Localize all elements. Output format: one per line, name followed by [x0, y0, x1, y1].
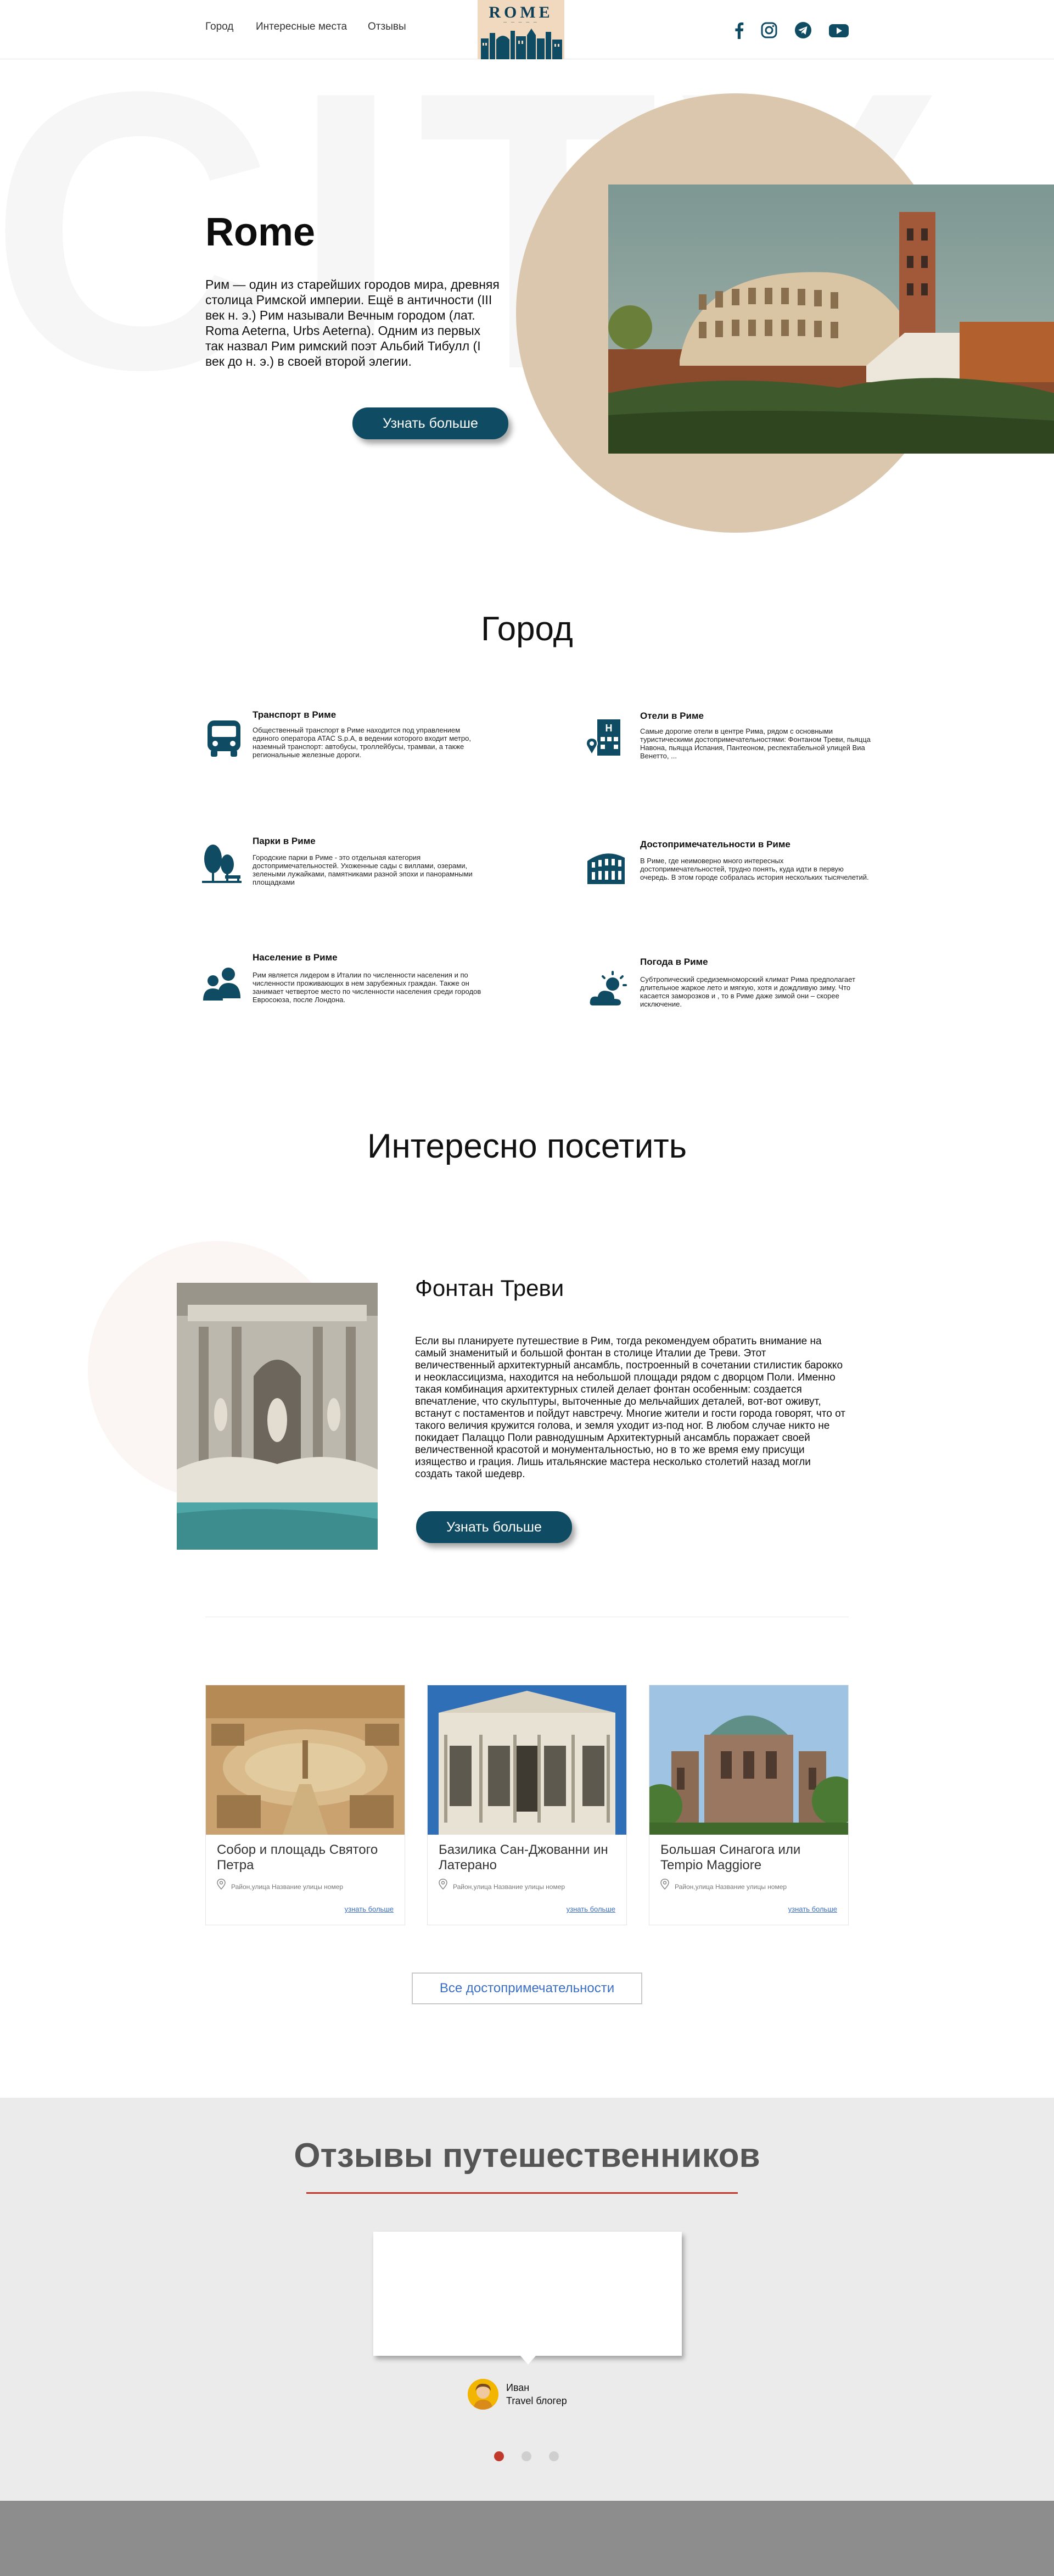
location-pin-icon: [660, 1879, 669, 1890]
reviews-title: Отзывы путешественников: [294, 2137, 760, 2175]
card-address: Район,улица Название улицы номер: [231, 1883, 344, 1891]
trevi-learn-more-button[interactable]: Узнать больше: [416, 1511, 572, 1543]
colosseum-icon: [587, 853, 625, 884]
review-text-box: [373, 2232, 682, 2356]
facebook-icon[interactable]: [730, 21, 749, 40]
slider-dot-2[interactable]: [522, 2451, 531, 2461]
card-image-st-peter: [206, 1685, 405, 1835]
feature-title-population: Население в Риме: [253, 952, 338, 963]
park-icon: [202, 845, 242, 883]
logo-skyline-icon: [481, 29, 562, 59]
card-more-link[interactable]: узнать больше: [345, 1905, 394, 1913]
card-title: Собор и площадь Святого Петра: [217, 1842, 378, 1873]
place-card[interactable]: Большая Синагога или Tempio Maggiore Рай…: [649, 1685, 849, 1925]
all-sights-button[interactable]: Все достопримечательности: [412, 1972, 642, 2004]
card-title: Большая Синагога или Tempio Maggiore: [660, 1842, 801, 1873]
feature-text-population: Рим является лидером в Италии по численн…: [253, 971, 481, 1004]
city-section-title: Город: [481, 610, 573, 648]
place-card[interactable]: Базилика Сан-Джованни ин Латерано Район,…: [427, 1685, 627, 1925]
feature-title-sights: Достопримечательности в Риме: [640, 839, 790, 850]
site-logo[interactable]: ROME — — — — —: [478, 0, 564, 59]
trevi-description: Если вы планируете путешествие в Рим, то…: [415, 1336, 845, 1480]
nav-link-reviews[interactable]: Отзывы: [368, 21, 406, 33]
card-address: Район,улица Название улицы номер: [675, 1883, 787, 1891]
visit-section-title: Интересно посетить: [367, 1127, 687, 1165]
slider-dot-3[interactable]: [549, 2451, 559, 2461]
reviews-title-underline: [306, 2192, 738, 2194]
feature-text-hotels: Самые дорогие отели в центре Рима, рядом…: [640, 727, 871, 760]
slider-dot-1[interactable]: [494, 2451, 504, 2461]
review-box-pointer: [520, 2356, 536, 2365]
hotel-icon: H: [586, 719, 620, 756]
instagram-icon[interactable]: [760, 21, 778, 40]
hero-colosseum-image: [608, 185, 1054, 454]
hero-title: Rome: [205, 210, 316, 254]
feature-text-sights: В Риме, где неимоверно много интересных …: [640, 857, 869, 881]
trevi-fountain-image: [177, 1283, 378, 1550]
site-header: Город Интересные места Отзывы ROME — — —…: [0, 0, 1054, 59]
feature-title-weather: Погода в Риме: [640, 957, 708, 967]
trevi-title: Фонтан Треви: [415, 1275, 564, 1301]
feature-text-parks: Городские парки в Риме - это отдельная к…: [253, 853, 473, 886]
hero-description: Рим — один из старейших городов мира, др…: [205, 277, 500, 368]
card-address: Район,улица Название улицы номер: [453, 1883, 565, 1891]
card-title: Базилика Сан-Джованни ин Латерано: [439, 1842, 608, 1873]
site-footer: [0, 2501, 1054, 2576]
place-card[interactable]: Собор и площадь Святого Петра Район,улиц…: [205, 1685, 405, 1925]
card-image-synagogue: [649, 1685, 848, 1835]
card-image-san-giovanni: [428, 1685, 626, 1835]
feature-title-hotels: Отели в Риме: [640, 711, 704, 721]
hero-learn-more-button[interactable]: Узнать больше: [352, 407, 508, 439]
reviews-section: Отзывы путешественников Иван Travel блог…: [0, 2098, 1054, 2501]
nav-link-places[interactable]: Интересные места: [256, 21, 347, 33]
location-pin-icon: [217, 1879, 226, 1890]
reviewer-role: Travel блогер: [506, 2395, 567, 2406]
nav-link-city[interactable]: Город: [205, 21, 233, 33]
youtube-icon[interactable]: [828, 21, 850, 40]
feature-text-transport: Общественный транспорт в Риме находится …: [253, 726, 471, 759]
bus-icon: [208, 720, 240, 757]
people-icon: [203, 968, 240, 1001]
feature-text-weather: Субтропический средиземноморский климат …: [640, 975, 856, 1008]
feature-title-parks: Парки в Риме: [253, 836, 316, 846]
location-pin-icon: [439, 1879, 447, 1890]
weather-icon: [588, 971, 627, 1007]
reviewer-name: Иван: [506, 2382, 530, 2393]
telegram-icon[interactable]: [794, 21, 812, 40]
card-more-link[interactable]: узнать больше: [567, 1905, 615, 1913]
feature-title-transport: Транспорт в Риме: [253, 709, 337, 720]
avatar: [468, 2379, 498, 2410]
svg-text:H: H: [606, 723, 613, 734]
card-more-link[interactable]: узнать больше: [788, 1905, 837, 1913]
